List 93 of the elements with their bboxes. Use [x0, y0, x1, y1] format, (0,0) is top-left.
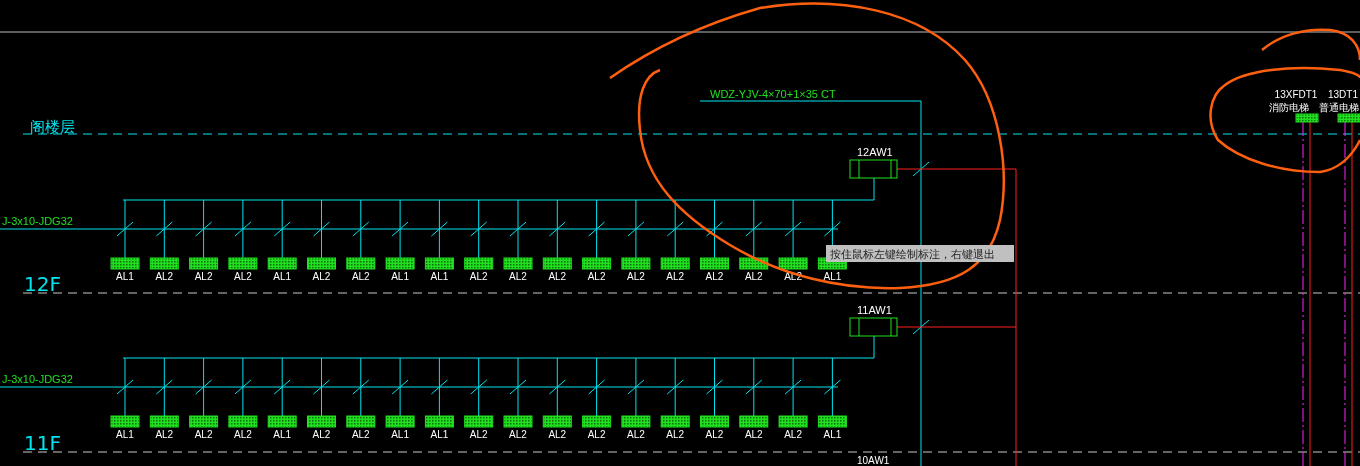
- box-label: AL1: [391, 271, 409, 282]
- distribution-box: [700, 257, 729, 270]
- distribution-box: [189, 415, 219, 428]
- distribution-box: [346, 415, 376, 428]
- box-label: AL2: [627, 271, 645, 282]
- distribution-box: [778, 415, 808, 428]
- box-label: AL2: [744, 429, 763, 440]
- distribution-box: [307, 257, 336, 270]
- box-label: AL1: [391, 429, 409, 440]
- box-label: AL1: [273, 271, 292, 282]
- box-label: AL1: [823, 429, 842, 440]
- distribution-box: [346, 257, 376, 270]
- distribution-box: [228, 415, 258, 428]
- distribution-box: [700, 415, 729, 428]
- box-label: AL2: [234, 271, 252, 282]
- panel-label: 12AW1: [857, 146, 893, 158]
- distribution-box: [385, 257, 415, 270]
- panel-label: 10AW1: [857, 455, 890, 466]
- distribution-box: [660, 415, 690, 428]
- distribution-box: [110, 257, 140, 270]
- distribution-box: [228, 257, 258, 270]
- box-label: AL2: [351, 271, 370, 282]
- box-label: AL2: [784, 429, 802, 440]
- level-label: 11F: [24, 431, 61, 455]
- distribution-box: [582, 415, 612, 428]
- box-label: AL2: [587, 271, 606, 282]
- distribution-box: [542, 257, 572, 270]
- box-label: AL2: [705, 429, 724, 440]
- elevator-name: 普通电梯: [1319, 102, 1359, 113]
- box-label: AL2: [587, 429, 606, 440]
- elevator-box: [1337, 113, 1360, 123]
- cable-label: WDZ-YJV-4×70+1×35 CT: [710, 88, 836, 100]
- box-label: AL1: [430, 271, 449, 282]
- box-label: AL2: [509, 271, 527, 282]
- distribution-box: [817, 415, 847, 428]
- elevator-code: 13DT1: [1328, 89, 1358, 100]
- box-label: AL2: [155, 271, 174, 282]
- box-label: AL2: [784, 271, 802, 282]
- distribution-box: [110, 415, 140, 428]
- distribution-box: [503, 415, 533, 428]
- distribution-box: [267, 257, 297, 270]
- box-label: AL2: [234, 429, 252, 440]
- distribution-box: [424, 257, 454, 270]
- distribution-box: [778, 257, 808, 270]
- distribution-box: [621, 257, 651, 270]
- distribution-box: [739, 257, 769, 270]
- panel-label: 11AW1: [857, 304, 892, 316]
- box-label: AL2: [194, 429, 213, 440]
- box-label: AL2: [744, 271, 763, 282]
- distribution-box: [464, 415, 494, 428]
- box-label: AL2: [194, 271, 213, 282]
- distribution-box: [542, 415, 572, 428]
- box-label: AL2: [509, 429, 527, 440]
- box-label: AL2: [705, 271, 724, 282]
- distribution-box: [307, 415, 336, 428]
- distribution-box: [424, 415, 454, 428]
- distribution-box: [464, 257, 494, 270]
- level-label: 阁楼层: [30, 118, 75, 136]
- box-label: AL2: [627, 429, 645, 440]
- distribution-box: [149, 415, 179, 428]
- distribution-box: [621, 415, 651, 428]
- distribution-box: [660, 257, 690, 270]
- box-label: AL2: [469, 271, 488, 282]
- distribution-box: [503, 257, 533, 270]
- distribution-box: [267, 415, 297, 428]
- box-label: AL1: [273, 429, 292, 440]
- box-label: AL2: [666, 271, 685, 282]
- box-label: AL1: [116, 271, 134, 282]
- distribution-box: [582, 257, 612, 270]
- box-label: AL1: [823, 271, 842, 282]
- cable-label: J-3x10-JDG32: [2, 215, 73, 227]
- box-label: AL2: [666, 429, 685, 440]
- panel-symbol: [849, 317, 898, 337]
- distribution-box: [385, 415, 415, 428]
- distribution-box: [189, 257, 219, 270]
- box-label: AL2: [351, 429, 370, 440]
- box-label: AL2: [312, 271, 331, 282]
- box-label: AL1: [116, 429, 134, 440]
- distribution-box: [739, 415, 769, 428]
- box-label: AL2: [312, 429, 331, 440]
- cable-label: J-3x10-JDG32: [2, 373, 73, 385]
- distribution-box: [149, 257, 179, 270]
- box-label: AL1: [430, 429, 449, 440]
- box-label: AL2: [548, 271, 567, 282]
- tooltip: 按住鼠标左键绘制标注，右键退出: [826, 245, 1014, 262]
- box-label: AL2: [469, 429, 488, 440]
- elevator-name: 消防电梯: [1269, 102, 1309, 113]
- panel-symbol: [849, 159, 898, 179]
- elevator-box: [1295, 113, 1319, 123]
- elevator-code: 13XFDT1: [1274, 89, 1318, 100]
- box-label: AL2: [155, 429, 174, 440]
- level-label: 12F: [24, 272, 61, 296]
- box-label: AL2: [548, 429, 567, 440]
